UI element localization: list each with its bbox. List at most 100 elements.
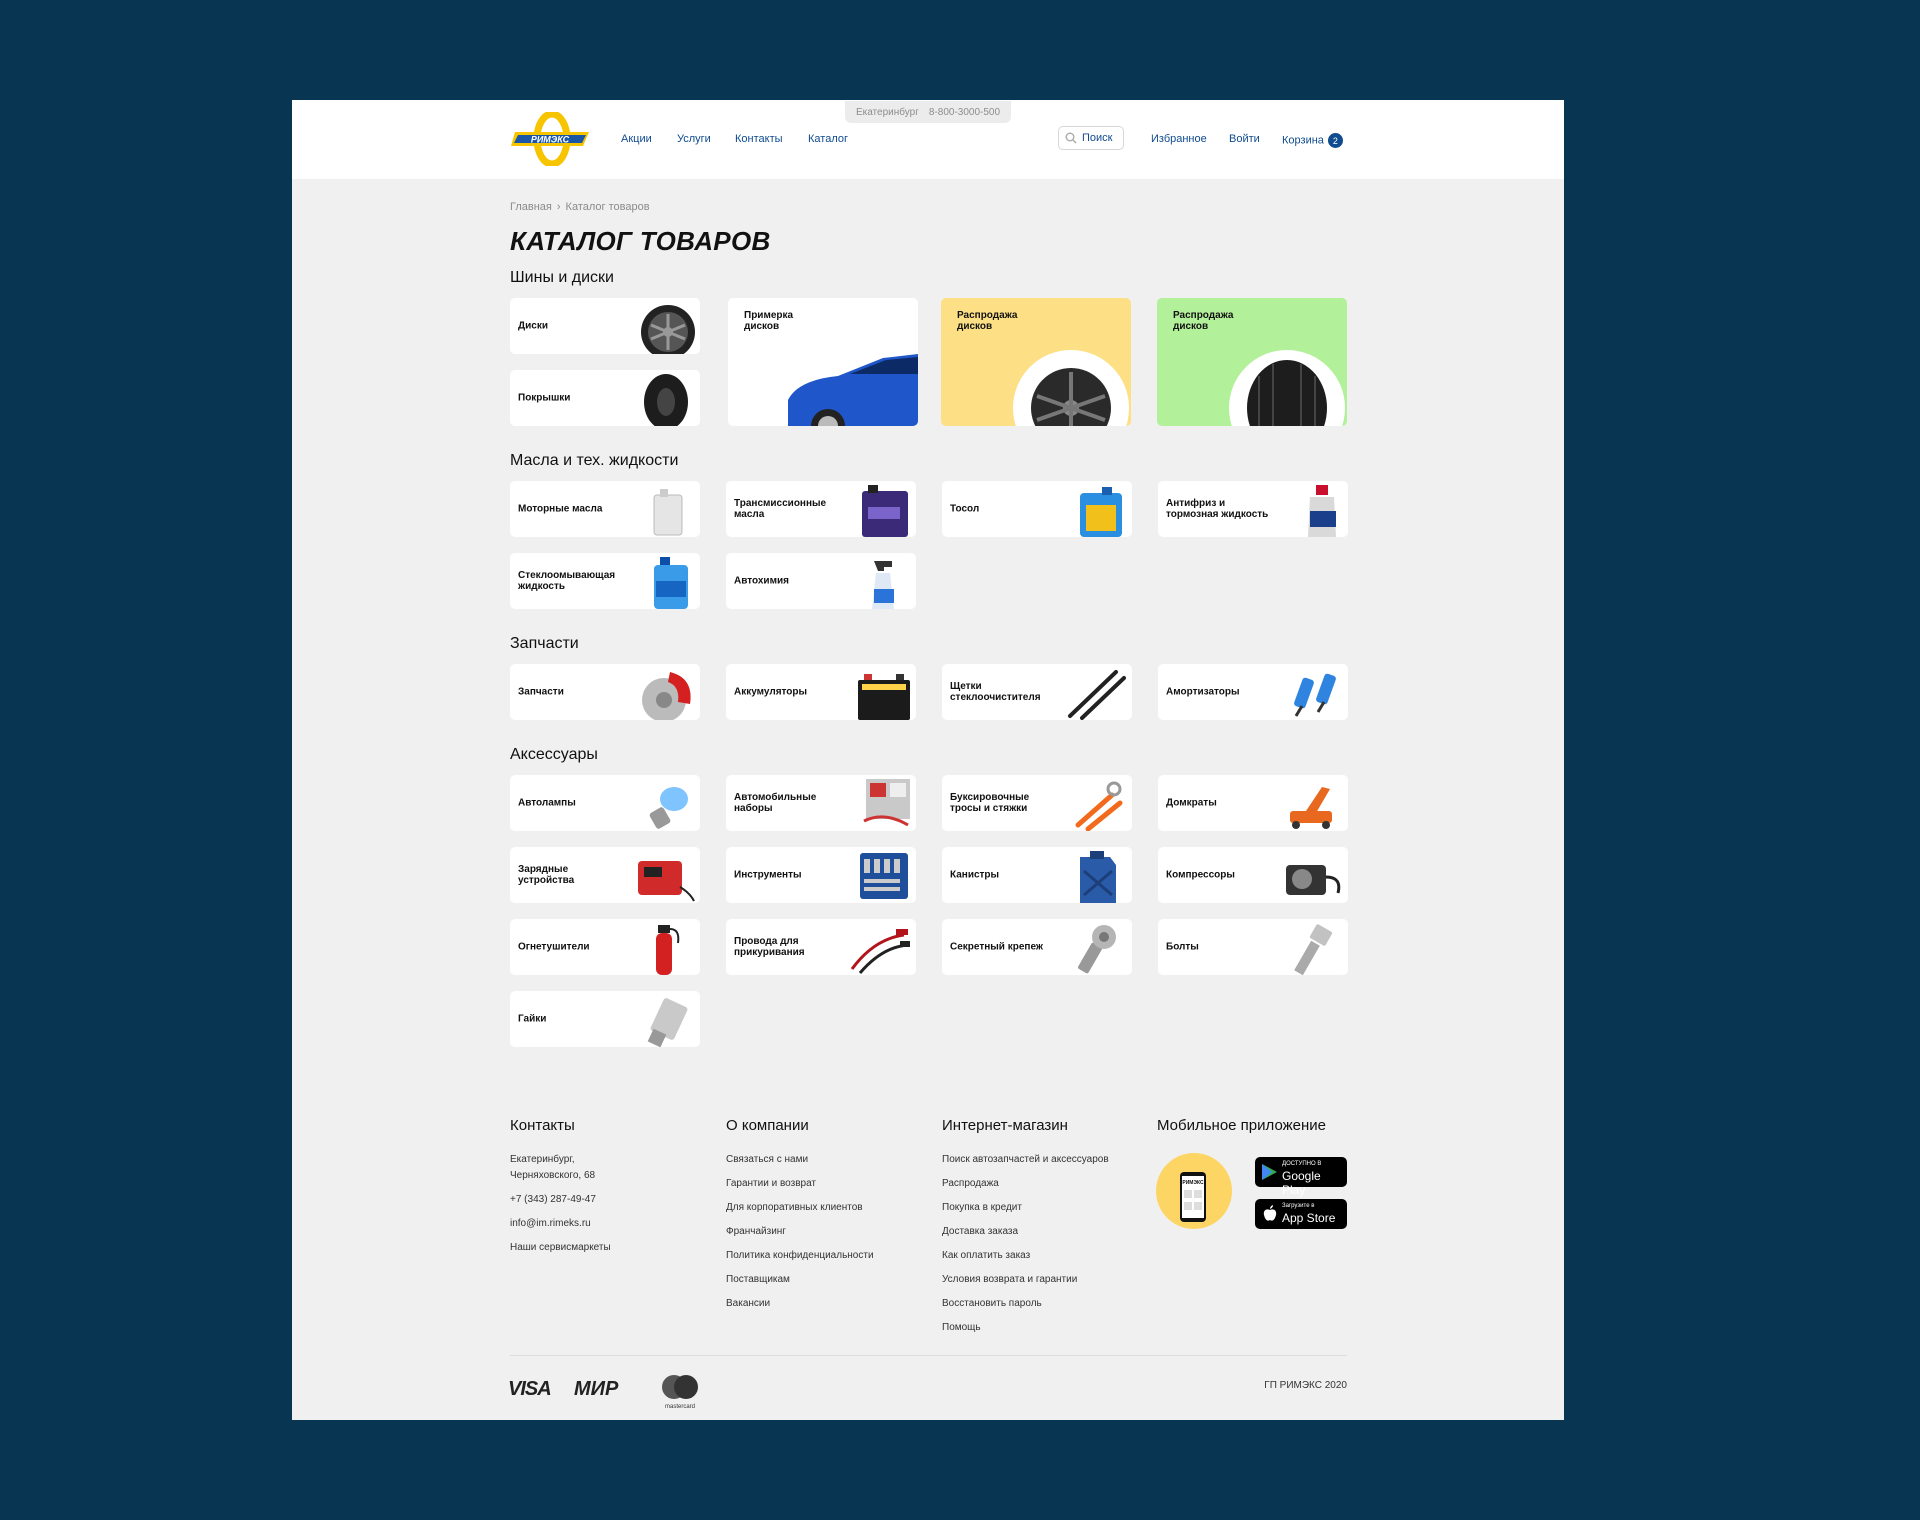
footer-link-parts-search[interactable]: Поиск автозапчастей и аксессуаров: [942, 1154, 1109, 1165]
cart-link[interactable]: Корзина 2: [1282, 133, 1343, 148]
footer-link-suppliers[interactable]: Поставщикам: [726, 1274, 790, 1285]
card-fire-extinguishers[interactable]: Огнетушители: [510, 919, 700, 975]
oil-canister-icon: [653, 489, 683, 536]
footer-address-line1: Екатеринбург,: [510, 1154, 575, 1165]
card-tow-ropes[interactable]: Буксировочные тросы и стяжки: [942, 775, 1132, 831]
card-auto-lamps[interactable]: Автолампы: [510, 775, 700, 831]
wiper-blade-icon: [1068, 670, 1126, 720]
card-compressors[interactable]: Компрессоры: [1158, 847, 1348, 903]
card-canisters[interactable]: Канистры: [942, 847, 1132, 903]
card-wiper-blades[interactable]: Щетки стеклоочистителя: [942, 664, 1132, 720]
promo-rims-sale[interactable]: Распродажа дисков: [941, 298, 1131, 426]
card-shock-absorbers[interactable]: Амортизаторы: [1158, 664, 1348, 720]
battery-charger-icon: [638, 861, 695, 902]
app-store-big-text: App Store: [1282, 1211, 1336, 1225]
nav-services[interactable]: Услуги: [677, 133, 711, 145]
footer-link-privacy[interactable]: Политика конфиденциальности: [726, 1250, 874, 1261]
card-wheels[interactable]: Диски: [510, 298, 700, 354]
footer-link-payment[interactable]: Как оплатить заказ: [942, 1250, 1030, 1261]
card-label: Автолампы: [518, 797, 576, 809]
footer-link-delivery[interactable]: Доставка заказа: [942, 1226, 1018, 1237]
card-label: Трансмиссионные масла: [734, 498, 827, 520]
card-chargers[interactable]: Зарядные устройства: [510, 847, 700, 903]
card-lock-nuts[interactable]: Секретный крепеж: [942, 919, 1132, 975]
footer-link-help[interactable]: Помощь: [942, 1322, 981, 1333]
section-title-parts: Запчасти: [510, 635, 579, 652]
mobile-app-phone-icon: РИМЭКС: [1156, 1153, 1232, 1229]
mastercard-text: mastercard: [664, 1404, 695, 1410]
card-tosol[interactable]: Тосол: [942, 481, 1132, 537]
card-tools[interactable]: Инструменты: [726, 847, 916, 903]
breadcrumb: Главная › Каталог товаров: [510, 201, 650, 213]
footer-link-restore-password[interactable]: Восстановить пароль: [942, 1298, 1042, 1309]
card-label: Стеклоомывающая жидкость: [518, 570, 616, 592]
login-link[interactable]: Войти: [1229, 133, 1260, 145]
card-label: Компрессоры: [1166, 869, 1235, 881]
card-autochemistry[interactable]: Автохимия: [726, 553, 916, 609]
footer-link-vacancies[interactable]: Вакансии: [726, 1298, 770, 1309]
footer-link-corporate[interactable]: Для корпоративных клиентов: [726, 1202, 863, 1213]
card-washer-fluid[interactable]: Стеклоомывающая жидкость: [510, 553, 700, 609]
footer-link-contact-us[interactable]: Связаться с нами: [726, 1154, 808, 1165]
footer-email[interactable]: info@im.rimeks.ru: [510, 1218, 591, 1229]
tire-icon: [644, 374, 688, 426]
footer-link-warranty[interactable]: Гарантии и возврат: [726, 1178, 816, 1189]
promo-rim-fitting[interactable]: Примерка дисков: [728, 298, 918, 426]
card-batteries[interactable]: Аккумуляторы: [726, 664, 916, 720]
alloy-wheel-icon: [1013, 350, 1129, 426]
card-jacks[interactable]: Домкраты: [1158, 775, 1348, 831]
card-nuts[interactable]: Гайки: [510, 991, 700, 1047]
promo-tires-sale[interactable]: Распродажа дисков: [1157, 298, 1347, 426]
card-spare-parts[interactable]: Запчасти: [510, 664, 700, 720]
blue-car-icon: [788, 354, 918, 426]
favorites-link[interactable]: Избранное: [1151, 133, 1207, 145]
footer-link-credit[interactable]: Покупка в кредит: [942, 1202, 1022, 1213]
footer-phone[interactable]: +7 (343) 287-49-47: [510, 1194, 596, 1205]
footer-contacts-title: Контакты: [510, 1117, 575, 1134]
footer-link-sale[interactable]: Распродажа: [942, 1178, 999, 1189]
car-kit-icon: [863, 779, 910, 827]
phone-label[interactable]: 8-800-3000-500: [929, 107, 1000, 118]
section-title-accessories: Аксессуары: [510, 746, 598, 763]
brake-disc-icon: [642, 672, 691, 720]
promo-label: Примерка дисков: [744, 310, 794, 332]
spray-bottle-icon: [872, 561, 894, 609]
card-motor-oils[interactable]: Моторные масла: [510, 481, 700, 537]
tow-rope-icon: [1075, 781, 1123, 831]
card-label: Зарядные устройства: [518, 864, 575, 886]
rimeks-logo[interactable]: РИМЭКС: [511, 112, 593, 166]
card-antifreeze[interactable]: Антифриз и тормозная жидкость: [1158, 481, 1348, 537]
nav-contacts[interactable]: Контакты: [735, 133, 783, 145]
card-jumper-cables[interactable]: Провода для прикуривания: [726, 919, 916, 975]
footer-link-returns[interactable]: Условия возврата и гарантии: [942, 1274, 1077, 1285]
breadcrumb-home[interactable]: Главная: [510, 201, 552, 213]
card-label: Болты: [1166, 941, 1199, 953]
card-label: Гайки: [518, 1013, 547, 1025]
nav-promotions[interactable]: Акции: [621, 133, 652, 145]
city-label[interactable]: Екатеринбург: [856, 107, 919, 118]
coolant-canister-icon: [1080, 487, 1122, 537]
phone-logo-text: РИМЭКС: [1182, 1180, 1204, 1186]
card-bolts[interactable]: Болты: [1158, 919, 1348, 975]
promo-label: Распродажа дисков: [957, 310, 1018, 332]
google-play-button[interactable]: ДОСТУПНО В Google Play: [1255, 1157, 1347, 1197]
fire-extinguisher-icon: [656, 925, 680, 975]
google-play-icon: [1262, 1164, 1277, 1180]
app-store-button[interactable]: Загрузите в App Store: [1255, 1199, 1347, 1229]
card-label: Автомобильные наборы: [734, 792, 817, 814]
card-label: Запчасти: [518, 686, 564, 698]
footer-service-markets[interactable]: Наши сервисмаркеты: [510, 1242, 611, 1253]
copyright: ГП РИМЭКС 2020: [1264, 1380, 1347, 1391]
search-button[interactable]: Поиск: [1058, 126, 1124, 150]
page-frame: Екатеринбург 8-800-3000-500 РИМЭКС Акции…: [292, 100, 1564, 1420]
card-label: Амортизаторы: [1166, 686, 1240, 698]
promo-label: Распродажа дисков: [1173, 310, 1234, 332]
card-label: Канистры: [950, 869, 1000, 881]
mir-logo: МИР: [574, 1378, 619, 1400]
footer-link-franchise[interactable]: Франчайзинг: [726, 1226, 786, 1237]
footer-shop-title: Интернет-магазин: [942, 1117, 1068, 1134]
card-transmission-oils[interactable]: Трансмиссионные масла: [726, 481, 916, 537]
card-tires[interactable]: Покрышки: [510, 370, 700, 426]
nav-catalog[interactable]: Каталог: [808, 133, 848, 145]
card-car-kits[interactable]: Автомобильные наборы: [726, 775, 916, 831]
